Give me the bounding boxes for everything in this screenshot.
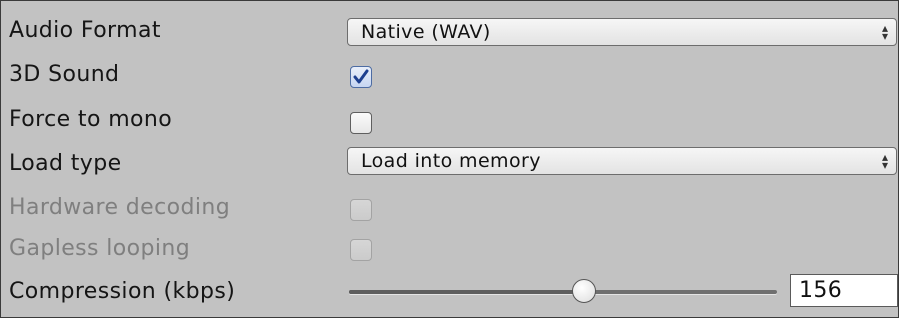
dropdown-arrows-icon: ▴ ▾ <box>881 150 888 172</box>
compression-slider-fill <box>349 290 585 294</box>
dropdown-arrows-icon: ▴ ▾ <box>881 21 888 43</box>
audio-format-dropdown[interactable]: Native (WAV) ▴ ▾ <box>347 18 897 46</box>
load-type-label: Load type <box>9 151 122 176</box>
compression-label: Compression (kbps) <box>9 279 236 304</box>
3d-sound-checkbox[interactable] <box>350 66 372 88</box>
3d-sound-label: 3D Sound <box>9 62 120 87</box>
hardware-decoding-checkbox[interactable] <box>350 199 372 221</box>
compression-slider-track[interactable] <box>349 290 777 294</box>
audio-format-label: Audio Format <box>9 18 161 43</box>
compression-value-field[interactable]: 156 <box>790 274 898 307</box>
gapless-looping-label: Gapless looping <box>9 236 191 261</box>
compression-slider-thumb[interactable] <box>572 279 597 303</box>
hardware-decoding-label: Hardware decoding <box>9 195 231 220</box>
checkmark-icon <box>353 69 369 84</box>
load-type-value: Load into memory <box>361 150 541 172</box>
force-to-mono-label: Force to mono <box>9 107 173 132</box>
force-to-mono-checkbox[interactable] <box>350 112 372 134</box>
gapless-looping-checkbox[interactable] <box>350 239 372 261</box>
load-type-dropdown[interactable]: Load into memory ▴ ▾ <box>347 147 897 175</box>
audio-import-settings-panel: Audio Format Native (WAV) ▴ ▾ 3D Sound Fo… <box>0 0 899 318</box>
audio-format-value: Native (WAV) <box>361 21 491 43</box>
